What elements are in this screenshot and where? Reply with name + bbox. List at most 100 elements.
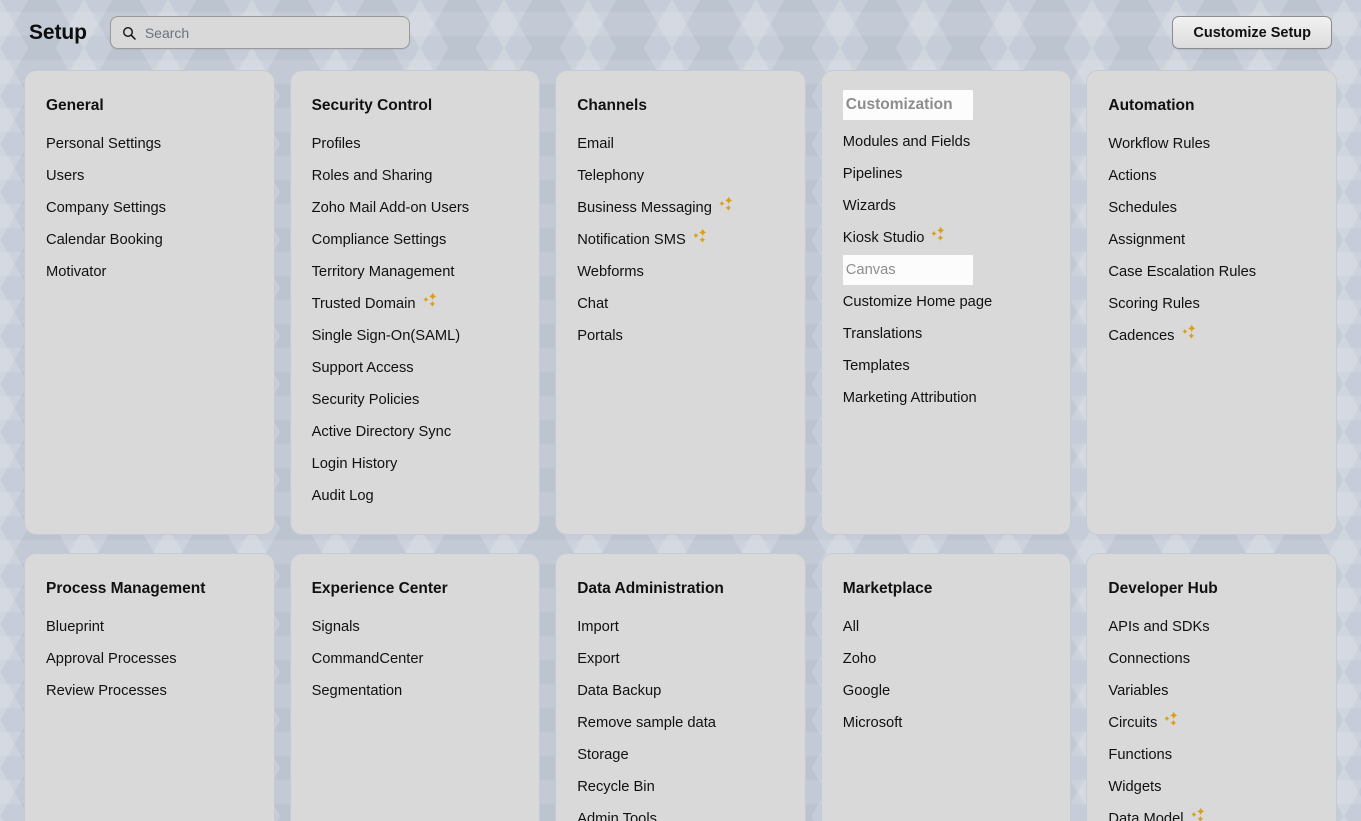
card-item[interactable]: Users <box>46 160 84 192</box>
card-item[interactable]: Case Escalation Rules <box>1108 256 1256 288</box>
card-item[interactable]: Portals <box>577 320 623 352</box>
card-item[interactable]: Microsoft <box>843 707 903 739</box>
setup-card: General Personal Settings Users Company Set… <box>24 70 275 535</box>
card-item[interactable]: Profiles <box>312 128 361 160</box>
card-item[interactable]: Motivator <box>46 256 106 288</box>
card-item[interactable]: Schedules <box>1108 192 1177 224</box>
card-item-label: Connections <box>1108 651 1191 667</box>
card-item[interactable]: Blueprint <box>46 611 104 643</box>
card-item-label: Blueprint <box>46 619 104 635</box>
card-item[interactable]: Notification SMS <box>577 224 709 256</box>
card-item-label: Marketing Attribution <box>842 390 977 406</box>
card-item[interactable]: Import <box>577 611 619 643</box>
card-item[interactable]: Pipelines <box>843 158 903 190</box>
card-item-label: Audit Log <box>311 488 374 504</box>
card-item-label: Kiosk Studio <box>842 230 925 246</box>
card-item-label: Support Access <box>311 360 414 376</box>
card-item[interactable]: Scoring Rules <box>1108 288 1199 320</box>
card-item[interactable]: Export <box>577 643 619 675</box>
card-item[interactable]: Webforms <box>577 256 644 288</box>
card-item[interactable]: Chat <box>577 288 608 320</box>
card-item-label: Variables <box>1108 683 1169 699</box>
search-input[interactable] <box>144 17 399 48</box>
card-item[interactable]: Territory Management <box>312 256 455 288</box>
card-item[interactable]: Circuits <box>1108 707 1180 739</box>
card-item[interactable]: Storage <box>577 739 628 771</box>
card-item[interactable]: Marketing Attribution <box>843 382 977 414</box>
card-item[interactable]: Email <box>577 128 614 160</box>
card-item-label: Data Backup <box>577 683 662 699</box>
card-item[interactable]: Zoho Mail Add-on Users <box>312 192 470 224</box>
card-item-label: Translations <box>842 326 923 342</box>
card-item[interactable]: Segmentation <box>312 675 403 707</box>
card-item[interactable]: Calendar Booking <box>46 224 163 256</box>
card-item[interactable]: Trusted Domain <box>312 288 439 320</box>
card-item[interactable]: Personal Settings <box>46 128 161 160</box>
card-item[interactable]: Single Sign-On(SAML) <box>312 320 461 352</box>
customize-setup-button[interactable]: Customize Setup <box>1172 16 1332 49</box>
card-title: Channels <box>577 97 647 114</box>
card-item-label: Notification SMS <box>577 232 686 248</box>
card-item[interactable]: APIs and SDKs <box>1108 611 1209 643</box>
card-item[interactable]: Functions <box>1108 739 1172 771</box>
card-item-label: Functions <box>1108 747 1173 763</box>
card-item[interactable]: Business Messaging <box>577 192 735 224</box>
card-item[interactable]: Company Settings <box>46 192 166 224</box>
card-item[interactable]: Canvas <box>842 255 973 285</box>
search-box[interactable] <box>109 16 410 49</box>
setup-card: Channels Email Telephony Business Messaging… <box>555 70 806 535</box>
card-item[interactable]: Data Model <box>1108 803 1206 821</box>
sparkle-icon <box>931 226 945 241</box>
card-item-label: Zoho Mail Add-on Users <box>311 200 470 216</box>
card-title: Automation <box>1108 97 1195 114</box>
page-header: Setup Customize Setup <box>0 0 1361 65</box>
card-item-label: Case Escalation Rules <box>1108 264 1257 280</box>
card-item[interactable]: Admin Tools <box>577 803 657 821</box>
card-item[interactable]: Roles and Sharing <box>312 160 433 192</box>
card-item[interactable]: Remove sample data <box>577 707 716 739</box>
card-item[interactable]: Approval Processes <box>46 643 177 675</box>
card-item-label: Profiles <box>311 136 361 152</box>
card-item[interactable]: Signals <box>312 611 360 643</box>
card-item[interactable]: Support Access <box>312 352 414 384</box>
card-item[interactable]: Cadences <box>1108 320 1197 352</box>
card-item[interactable]: Compliance Settings <box>312 224 447 256</box>
card-item[interactable]: Assignment <box>1108 224 1185 256</box>
setup-card: Automation Workflow Rules Actions Schedules… <box>1086 70 1337 535</box>
search-icon <box>122 26 136 40</box>
card-item[interactable]: Login History <box>312 448 398 480</box>
card-item[interactable]: Security Policies <box>312 384 420 416</box>
card-item[interactable]: Recycle Bin <box>577 771 655 803</box>
card-item-label: CommandCenter <box>311 651 424 667</box>
card-item[interactable]: Workflow Rules <box>1108 128 1210 160</box>
card-item-label: Remove sample data <box>577 715 716 731</box>
card-item-label: Storage <box>577 747 629 763</box>
card-item[interactable]: Zoho <box>843 643 876 675</box>
card-item[interactable]: Templates <box>843 350 910 382</box>
card-item[interactable]: All <box>843 611 859 643</box>
card-item[interactable]: Customize Home page <box>843 286 992 318</box>
card-item[interactable]: Modules and Fields <box>843 126 970 158</box>
card-item[interactable]: Wizards <box>843 190 896 222</box>
card-item[interactable]: Review Processes <box>46 675 167 707</box>
card-title: Process Management <box>46 580 206 597</box>
card-item-label: Business Messaging <box>577 200 712 216</box>
card-item-label: Pipelines <box>842 166 903 182</box>
card-item[interactable]: Active Directory Sync <box>312 416 452 448</box>
card-item[interactable]: Kiosk Studio <box>843 222 948 254</box>
card-item[interactable]: Google <box>843 675 890 707</box>
card-item[interactable]: Data Backup <box>577 675 661 707</box>
card-item[interactable]: Telephony <box>577 160 644 192</box>
card-item-label: Roles and Sharing <box>311 168 433 184</box>
card-item[interactable]: Audit Log <box>312 480 374 512</box>
sparkle-icon <box>422 292 436 307</box>
card-item[interactable]: Connections <box>1108 643 1190 675</box>
card-item[interactable]: CommandCenter <box>312 643 424 675</box>
card-item[interactable]: Variables <box>1108 675 1168 707</box>
sparkle-icon <box>1181 324 1195 339</box>
card-item[interactable]: Translations <box>843 318 922 350</box>
card-item-label: Users <box>46 168 85 184</box>
card-item-label: Single Sign-On(SAML) <box>311 328 461 344</box>
card-item[interactable]: Widgets <box>1108 771 1161 803</box>
card-item[interactable]: Actions <box>1108 160 1156 192</box>
